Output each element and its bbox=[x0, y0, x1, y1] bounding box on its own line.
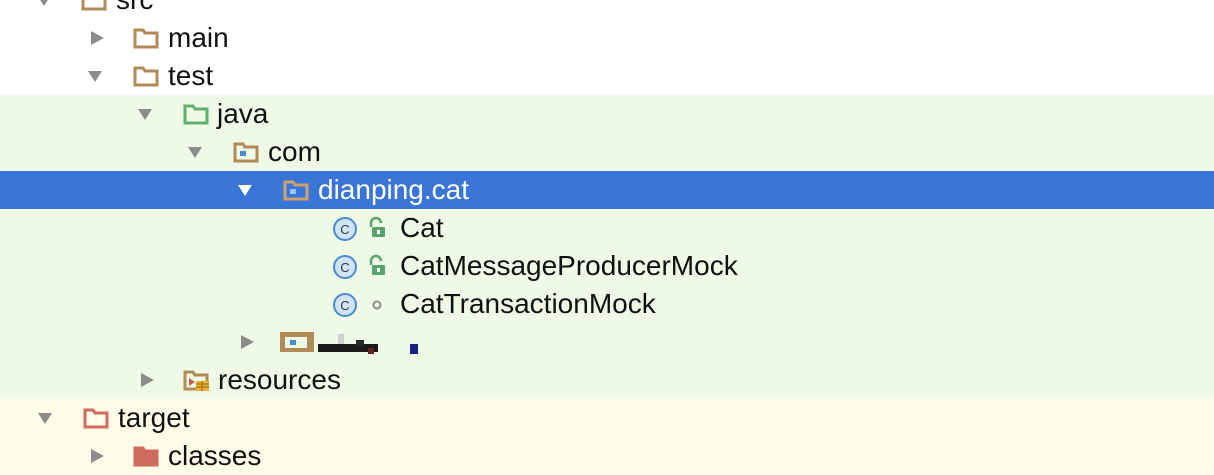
tree-item-label: resources bbox=[218, 364, 341, 395]
test-source-root-icon bbox=[183, 104, 209, 125]
chevron-down-icon[interactable] bbox=[36, 410, 54, 426]
public-access-icon bbox=[369, 254, 385, 275]
package-icon bbox=[233, 142, 259, 163]
tree-row-cattransactionmock[interactable]: C CatTransactionMock bbox=[0, 285, 1214, 323]
tree-row-com[interactable]: com bbox=[0, 133, 1214, 171]
tree-item-label: CatTransactionMock bbox=[400, 288, 656, 319]
svg-text:C: C bbox=[340, 222, 349, 237]
class-icon: C bbox=[333, 217, 357, 241]
package-icon bbox=[283, 180, 309, 201]
chevron-right-icon[interactable] bbox=[138, 372, 156, 388]
tree-item-label: target bbox=[118, 402, 190, 433]
project-tree: src main test java com dianping.cat C Ca… bbox=[0, 0, 1214, 475]
class-icon: C bbox=[333, 255, 357, 279]
tree-item-label: java bbox=[217, 98, 269, 129]
tree-row-resources[interactable]: resources bbox=[0, 361, 1214, 399]
tree-item-label: Cat bbox=[400, 212, 444, 243]
tree-row-redacted-package[interactable] bbox=[0, 323, 1214, 361]
tree-item-label: CatMessageProducerMock bbox=[400, 250, 738, 281]
tree-item-label: classes bbox=[168, 440, 262, 471]
tree-row-classes[interactable]: classes bbox=[0, 437, 1214, 475]
tree-row-main[interactable]: main bbox=[0, 19, 1214, 57]
chevron-down-icon[interactable] bbox=[35, 0, 53, 8]
folder-icon bbox=[81, 0, 107, 11]
chevron-down-icon[interactable] bbox=[236, 182, 254, 198]
tree-item-label: com bbox=[268, 136, 321, 167]
chevron-down-icon[interactable] bbox=[86, 68, 104, 84]
chevron-down-icon[interactable] bbox=[136, 106, 154, 122]
folder-icon bbox=[133, 66, 159, 87]
resources-folder-icon bbox=[183, 370, 209, 391]
package-icon bbox=[280, 332, 314, 352]
tree-row-target[interactable]: target bbox=[0, 399, 1214, 437]
chevron-right-icon[interactable] bbox=[238, 334, 256, 350]
public-access-icon bbox=[369, 216, 385, 237]
tree-row-cat[interactable]: C Cat bbox=[0, 209, 1214, 247]
excluded-folder-icon bbox=[133, 446, 159, 467]
svg-text:C: C bbox=[340, 298, 349, 313]
tree-row-test[interactable]: test bbox=[0, 57, 1214, 95]
tree-row-catmessageproducermock[interactable]: C CatMessageProducerMock bbox=[0, 247, 1214, 285]
tree-row-src[interactable]: src bbox=[0, 0, 1214, 19]
chevron-down-icon[interactable] bbox=[186, 144, 204, 160]
folder-icon bbox=[133, 28, 159, 49]
tree-item-label: test bbox=[168, 60, 214, 91]
excluded-folder-icon bbox=[83, 408, 109, 429]
tree-item-label: main bbox=[168, 22, 229, 53]
tree-item-label: dianping.cat bbox=[318, 174, 470, 205]
svg-text:C: C bbox=[340, 260, 349, 275]
redacted-label bbox=[318, 334, 418, 354]
tree-item-label: src bbox=[116, 0, 153, 17]
chevron-right-icon[interactable] bbox=[88, 448, 106, 464]
class-icon: C bbox=[333, 293, 357, 317]
package-private-access-icon bbox=[372, 300, 382, 310]
chevron-right-icon[interactable] bbox=[88, 30, 106, 46]
tree-row-dianping-cat[interactable]: dianping.cat bbox=[0, 171, 1214, 209]
tree-row-java[interactable]: java bbox=[0, 95, 1214, 133]
